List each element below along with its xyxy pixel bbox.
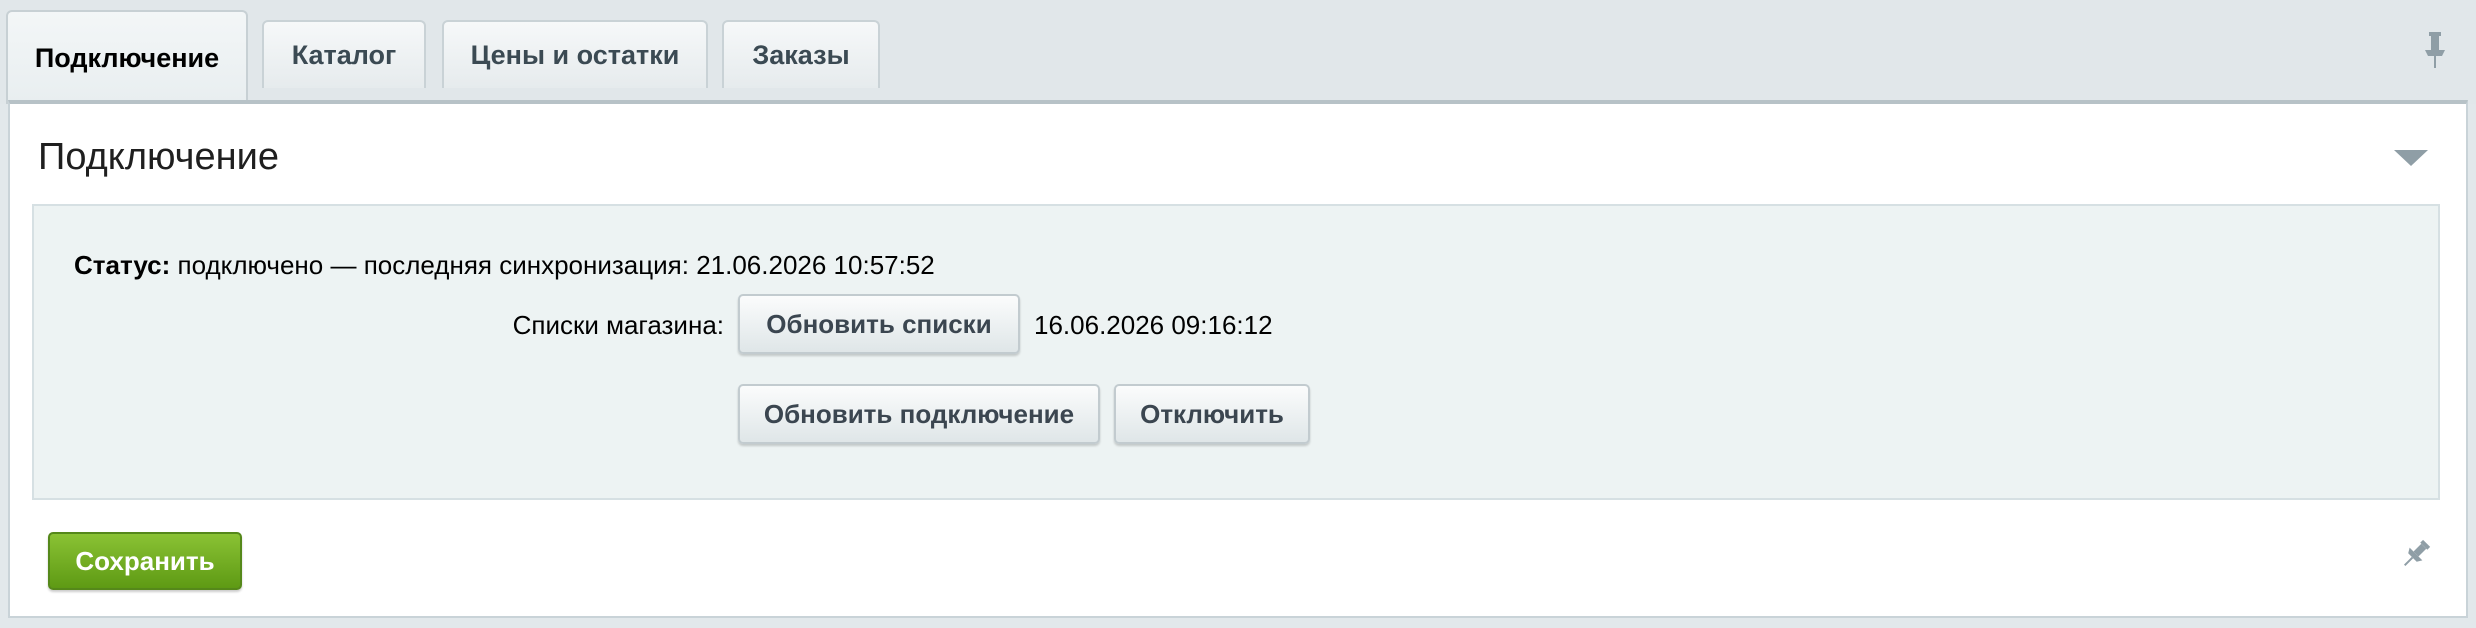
tabs-bar: Подключение Каталог Цены и остатки Заказ… (0, 0, 2476, 104)
lists-timestamp: 16.06.2026 09:16:12 (1034, 310, 1273, 340)
status-text: подключено — последняя синхронизация: 21… (177, 250, 935, 280)
save-button[interactable]: Сохранить (48, 532, 242, 590)
tab-catalog[interactable]: Каталог (262, 20, 426, 88)
shop-lists-label: Списки магазина: (512, 310, 724, 340)
tab-connection[interactable]: Подключение (6, 10, 248, 104)
connection-settings: Статус: подключено — последняя синхрониз… (32, 204, 2440, 500)
pin-icon[interactable] (2398, 536, 2434, 572)
status-line: Статус: подключено — последняя синхрониз… (74, 250, 935, 281)
tab-orders[interactable]: Заказы (722, 20, 880, 88)
main-panel: Подключение Статус: подключено — последн… (8, 100, 2468, 618)
section-title: Подключение (38, 136, 279, 178)
update-lists-button[interactable]: Обновить списки (738, 294, 1020, 354)
update-connection-button[interactable]: Обновить подключение (738, 384, 1100, 444)
tab-prices-stock[interactable]: Цены и остатки (442, 20, 708, 88)
chevron-down-icon[interactable] (2394, 150, 2428, 166)
pin-icon[interactable] (2420, 30, 2450, 70)
status-label: Статус: (74, 250, 171, 280)
disconnect-button[interactable]: Отключить (1114, 384, 1310, 444)
